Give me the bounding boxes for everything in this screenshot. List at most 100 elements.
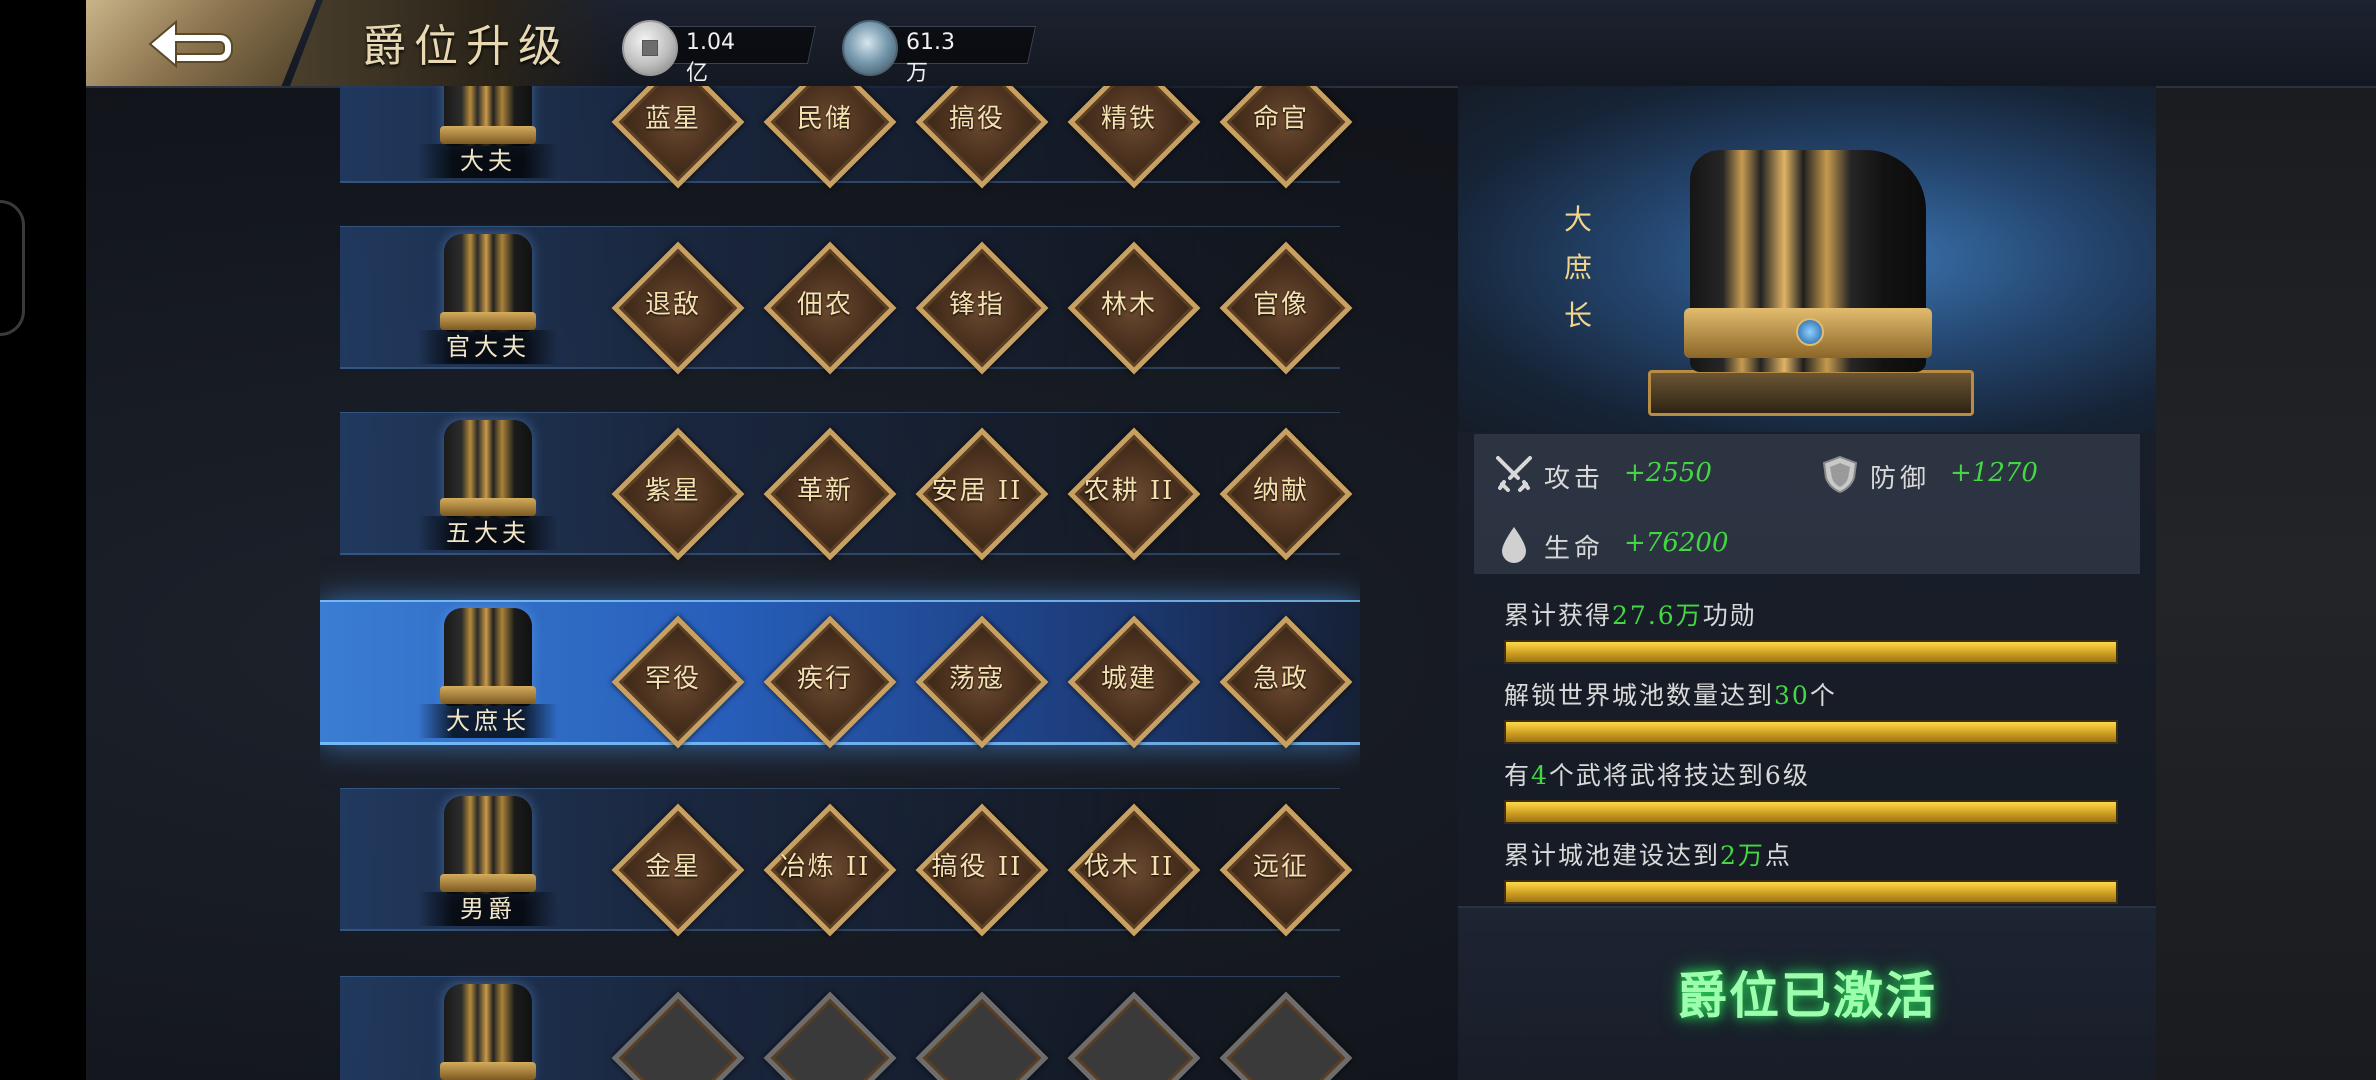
crossed-swords-icon <box>1496 456 1532 492</box>
rank-row[interactable] <box>320 962 1360 1080</box>
rank-row[interactable]: 五大夫 紫星 革新 安居 II 农耕 II 纳献 <box>320 398 1360 566</box>
rank-detail-panel: 大庶长 攻击 +2550 防御 +1270 生命 +76200 累计获得27.6… <box>1458 86 2156 1080</box>
skill-gem[interactable]: 金星 <box>611 803 745 937</box>
requirement-progress-bar <box>1504 800 2118 824</box>
back-button[interactable] <box>86 0 316 86</box>
skill-name: 命官 <box>1252 104 1309 134</box>
skill-name: 精铁 <box>1100 104 1157 134</box>
skill-name: 远征 <box>1252 852 1309 882</box>
rank-hero-area: 大庶长 <box>1458 86 2156 432</box>
skill-gem[interactable]: 伐木 II <box>1067 803 1201 937</box>
skill-name: 罕役 <box>644 664 701 694</box>
skill-gem[interactable] <box>915 991 1049 1080</box>
skill-name: 紫星 <box>644 476 701 506</box>
skill-name: 革新 <box>796 476 853 506</box>
side-handle[interactable] <box>0 200 25 336</box>
skill-name: 纳献 <box>1252 476 1309 506</box>
rank-name: 大庶长 <box>418 704 558 738</box>
rank-name: 男爵 <box>418 892 558 926</box>
rank-row-selected[interactable]: 大庶长 罕役 疾行 荡寇 城建 急政 <box>320 586 1360 754</box>
skill-name: 林木 <box>1100 290 1157 320</box>
attack-label: 攻击 <box>1544 464 1605 494</box>
skill-name: 急政 <box>1252 664 1309 694</box>
skill-gem[interactable]: 佃农 <box>763 241 897 375</box>
requirement-item: 累计获得27.6万功勋 <box>1504 596 2124 678</box>
rank-hat-icon <box>432 984 544 1080</box>
skill-gem[interactable]: 急政 <box>1219 615 1353 749</box>
device-left-bar <box>0 0 86 1080</box>
status-area: 爵位已激活 <box>1458 906 2156 1080</box>
rank-name: 五大夫 <box>418 516 558 550</box>
requirement-progress-bar <box>1504 720 2118 744</box>
rank-list[interactable]: 大夫 蓝星 民储 搞役 精铁 命官 官大夫 退敌 佃农 锋指 林木 官像 五大夫… <box>320 86 1360 1080</box>
attack-value: +2550 <box>1624 458 1712 488</box>
silver-value: 1.04亿 <box>686 30 735 86</box>
skill-name: 冶炼 II <box>779 852 871 882</box>
skill-name: 佃农 <box>796 290 853 320</box>
skill-gem[interactable] <box>1219 991 1353 1080</box>
rank-hat-icon <box>432 608 544 716</box>
skill-gem[interactable]: 命官 <box>1219 86 1353 189</box>
skill-name: 蓝星 <box>644 104 701 134</box>
rank-row[interactable]: 大夫 蓝星 民储 搞役 精铁 命官 <box>320 86 1360 194</box>
skill-gem[interactable]: 林木 <box>1067 241 1201 375</box>
skill-name: 金星 <box>644 852 701 882</box>
skill-gem[interactable]: 疾行 <box>763 615 897 749</box>
skill-gem[interactable]: 精铁 <box>1067 86 1201 189</box>
skill-gem[interactable]: 锋指 <box>915 241 1049 375</box>
skill-gem[interactable]: 罕役 <box>611 615 745 749</box>
skill-gem[interactable]: 紫星 <box>611 427 745 561</box>
rank-hat-icon <box>432 234 544 342</box>
skill-name: 农耕 II <box>1083 476 1175 506</box>
skill-gem[interactable]: 民储 <box>763 86 897 189</box>
requirement-item: 解锁世界城池数量达到30个 <box>1504 676 2124 758</box>
skill-gem[interactable]: 安居 II <box>915 427 1049 561</box>
skill-gem[interactable]: 城建 <box>1067 615 1201 749</box>
skill-gem[interactable]: 官像 <box>1219 241 1353 375</box>
shield-icon <box>1822 455 1858 494</box>
requirement-text: 累计获得27.6万功勋 <box>1504 601 1757 630</box>
hp-label: 生命 <box>1544 534 1605 564</box>
requirement-item: 有4个武将武将技达到6级 <box>1504 756 2124 838</box>
silver-coin-icon <box>622 20 678 76</box>
skill-gem[interactable]: 荡寇 <box>915 615 1049 749</box>
skill-name: 疾行 <box>796 664 853 694</box>
merit-value: 61.3万 <box>906 30 955 86</box>
skill-name: 搞役 II <box>931 852 1023 882</box>
skill-gem[interactable] <box>1067 991 1201 1080</box>
skill-name: 安居 II <box>931 476 1023 506</box>
rank-name: 大夫 <box>418 144 558 178</box>
skill-gem[interactable]: 退敌 <box>611 241 745 375</box>
page-title: 爵位升级 <box>362 21 570 72</box>
blood-drop-icon <box>1502 527 1526 563</box>
rank-row[interactable]: 男爵 金星 冶炼 II 搞役 II 伐木 II 远征 <box>320 774 1360 942</box>
rank-hat-large-icon <box>1648 130 1974 430</box>
skill-gem[interactable] <box>611 991 745 1080</box>
requirement-text: 解锁世界城池数量达到30个 <box>1504 681 1837 710</box>
skill-name: 搞役 <box>948 104 1005 134</box>
skill-gem[interactable]: 革新 <box>763 427 897 561</box>
rank-activated-status: 爵位已激活 <box>1677 967 1937 1025</box>
skill-gem[interactable]: 搞役 <box>915 86 1049 189</box>
skill-gem[interactable] <box>763 991 897 1080</box>
merit-icon <box>842 20 898 76</box>
stats-box: 攻击 +2550 防御 +1270 生命 +76200 <box>1474 434 2140 574</box>
skill-gem[interactable]: 远征 <box>1219 803 1353 937</box>
rank-hat-icon <box>432 796 544 904</box>
rank-row[interactable]: 官大夫 退敌 佃农 锋指 林木 官像 <box>320 212 1360 380</box>
skill-gem[interactable]: 搞役 II <box>915 803 1049 937</box>
skill-gem[interactable]: 蓝星 <box>611 86 745 189</box>
skill-gem[interactable]: 纳献 <box>1219 427 1353 561</box>
skill-name: 退敌 <box>644 290 701 320</box>
skill-name: 城建 <box>1100 664 1157 694</box>
skill-gem[interactable]: 冶炼 II <box>763 803 897 937</box>
skill-gem[interactable]: 农耕 II <box>1067 427 1201 561</box>
background-right <box>2156 80 2376 1080</box>
defense-value: +1270 <box>1950 458 2038 488</box>
skill-name: 官像 <box>1252 290 1309 320</box>
requirement-text: 有4个武将武将技达到6级 <box>1504 761 1810 790</box>
skill-name: 民储 <box>796 104 853 134</box>
requirement-progress-bar <box>1504 880 2118 904</box>
hp-value: +76200 <box>1624 528 1729 558</box>
requirement-text: 累计城池建设达到2万点 <box>1504 841 1792 870</box>
